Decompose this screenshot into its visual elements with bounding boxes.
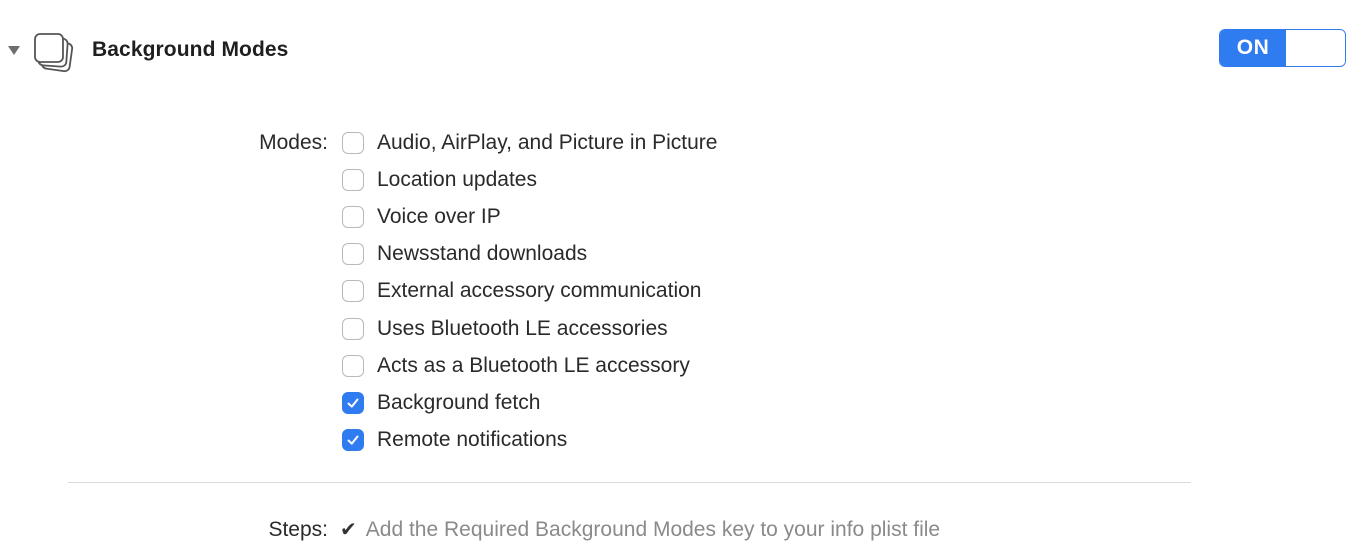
mode-label: Newsstand downloads bbox=[377, 242, 588, 266]
modes-list: Audio, AirPlay, and Picture in Picture Lo… bbox=[342, 124, 717, 459]
mode-option[interactable]: External accessory communication bbox=[342, 273, 717, 310]
checkbox-unchecked[interactable] bbox=[342, 280, 364, 303]
mode-option[interactable]: Remote notifications bbox=[342, 422, 717, 459]
mode-option[interactable]: Location updates bbox=[342, 161, 717, 198]
modes-label: Modes: bbox=[259, 131, 328, 154]
steps-label: Steps: bbox=[268, 518, 328, 541]
checkbox-unchecked[interactable] bbox=[342, 243, 364, 266]
mode-option[interactable]: Audio, AirPlay, and Picture in Picture bbox=[342, 124, 717, 161]
capability-header: Background Modes bbox=[0, 18, 1368, 82]
capability-title: Background Modes bbox=[92, 38, 289, 61]
mode-label: Uses Bluetooth LE accessories bbox=[377, 316, 668, 340]
toggle-on-label: ON bbox=[1220, 30, 1286, 66]
mode-label: Voice over IP bbox=[377, 204, 501, 228]
capability-toggle[interactable]: ON bbox=[1219, 29, 1346, 67]
checkbox-unchecked[interactable] bbox=[342, 317, 364, 340]
checkmark-icon: ✔ bbox=[340, 519, 357, 541]
mode-option[interactable]: Voice over IP bbox=[342, 198, 717, 235]
mode-label: Location updates bbox=[377, 167, 537, 191]
mode-label: Background fetch bbox=[377, 390, 541, 414]
step-label: Add the Required Background Modes key to… bbox=[365, 518, 941, 541]
mode-label: Remote notifications bbox=[377, 428, 568, 452]
disclosure-triangle-icon[interactable] bbox=[4, 40, 24, 60]
divider bbox=[68, 482, 1191, 483]
mode-option[interactable]: Uses Bluetooth LE accessories bbox=[342, 310, 717, 347]
checkbox-checked[interactable] bbox=[342, 429, 364, 452]
toggle-knob bbox=[1286, 30, 1345, 66]
checkbox-unchecked[interactable] bbox=[342, 168, 364, 191]
mode-label: Acts as a Bluetooth LE accessory bbox=[377, 353, 690, 377]
checkbox-unchecked[interactable] bbox=[342, 354, 364, 377]
checkbox-unchecked[interactable] bbox=[342, 131, 364, 154]
stacked-windows-icon bbox=[30, 25, 84, 79]
step-item: ✔ Add the Required Background Modes key … bbox=[340, 518, 940, 542]
checkbox-checked[interactable] bbox=[342, 391, 364, 414]
mode-option[interactable]: Acts as a Bluetooth LE accessory bbox=[342, 347, 717, 384]
checkbox-unchecked[interactable] bbox=[342, 205, 364, 228]
mode-label: Audio, AirPlay, and Picture in Picture bbox=[377, 130, 718, 154]
mode-label: External accessory communication bbox=[377, 279, 702, 303]
mode-option[interactable]: Background fetch bbox=[342, 384, 717, 421]
mode-option[interactable]: Newsstand downloads bbox=[342, 236, 717, 273]
